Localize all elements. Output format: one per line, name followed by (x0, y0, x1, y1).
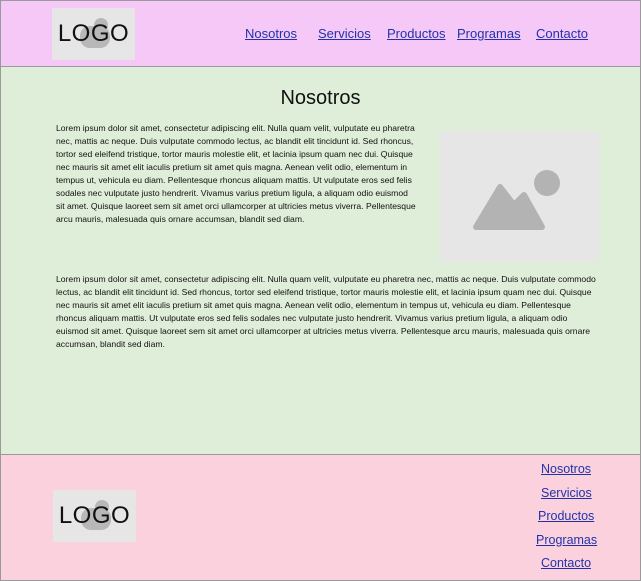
footer-link-programas[interactable]: Programas (536, 533, 597, 547)
footer-link-contacto[interactable]: Contacto (541, 556, 591, 570)
nav-link-programas[interactable]: Programas (457, 26, 521, 41)
site-header: LOGO Nosotros Servicios Productos Progra… (0, 0, 641, 67)
header-logo-text: LOGO (57, 20, 130, 47)
nav-link-productos[interactable]: Productos (387, 26, 446, 41)
intro-paragraph: Lorem ipsum dolor sit amet, consectetur … (56, 123, 416, 224)
page-title: Nosotros (280, 87, 361, 109)
footer-link-nosotros[interactable]: Nosotros (541, 462, 591, 476)
main-content: Nosotros Lorem ipsum dolor sit amet, con… (0, 67, 641, 454)
image-placeholder (440, 131, 599, 262)
nav-link-nosotros[interactable]: Nosotros (245, 26, 297, 41)
site-footer: LOGO Nosotros Servicios Productos Progra… (0, 454, 641, 581)
nav-link-servicios[interactable]: Servicios (318, 26, 371, 41)
footer-link-servicios[interactable]: Servicios (541, 486, 592, 500)
image-placeholder-icon (473, 170, 560, 230)
footer-logo[interactable]: LOGO (53, 490, 136, 542)
page: LOGO Nosotros Servicios Productos Progra… (0, 0, 641, 581)
body-paragraph: Lorem ipsum dolor sit amet, consectetur … (56, 274, 596, 349)
footer-link-productos[interactable]: Productos (538, 509, 594, 523)
nav-link-contacto[interactable]: Contacto (536, 26, 588, 41)
footer-logo-text: LOGO (58, 502, 131, 529)
header-logo[interactable]: LOGO (52, 8, 135, 60)
